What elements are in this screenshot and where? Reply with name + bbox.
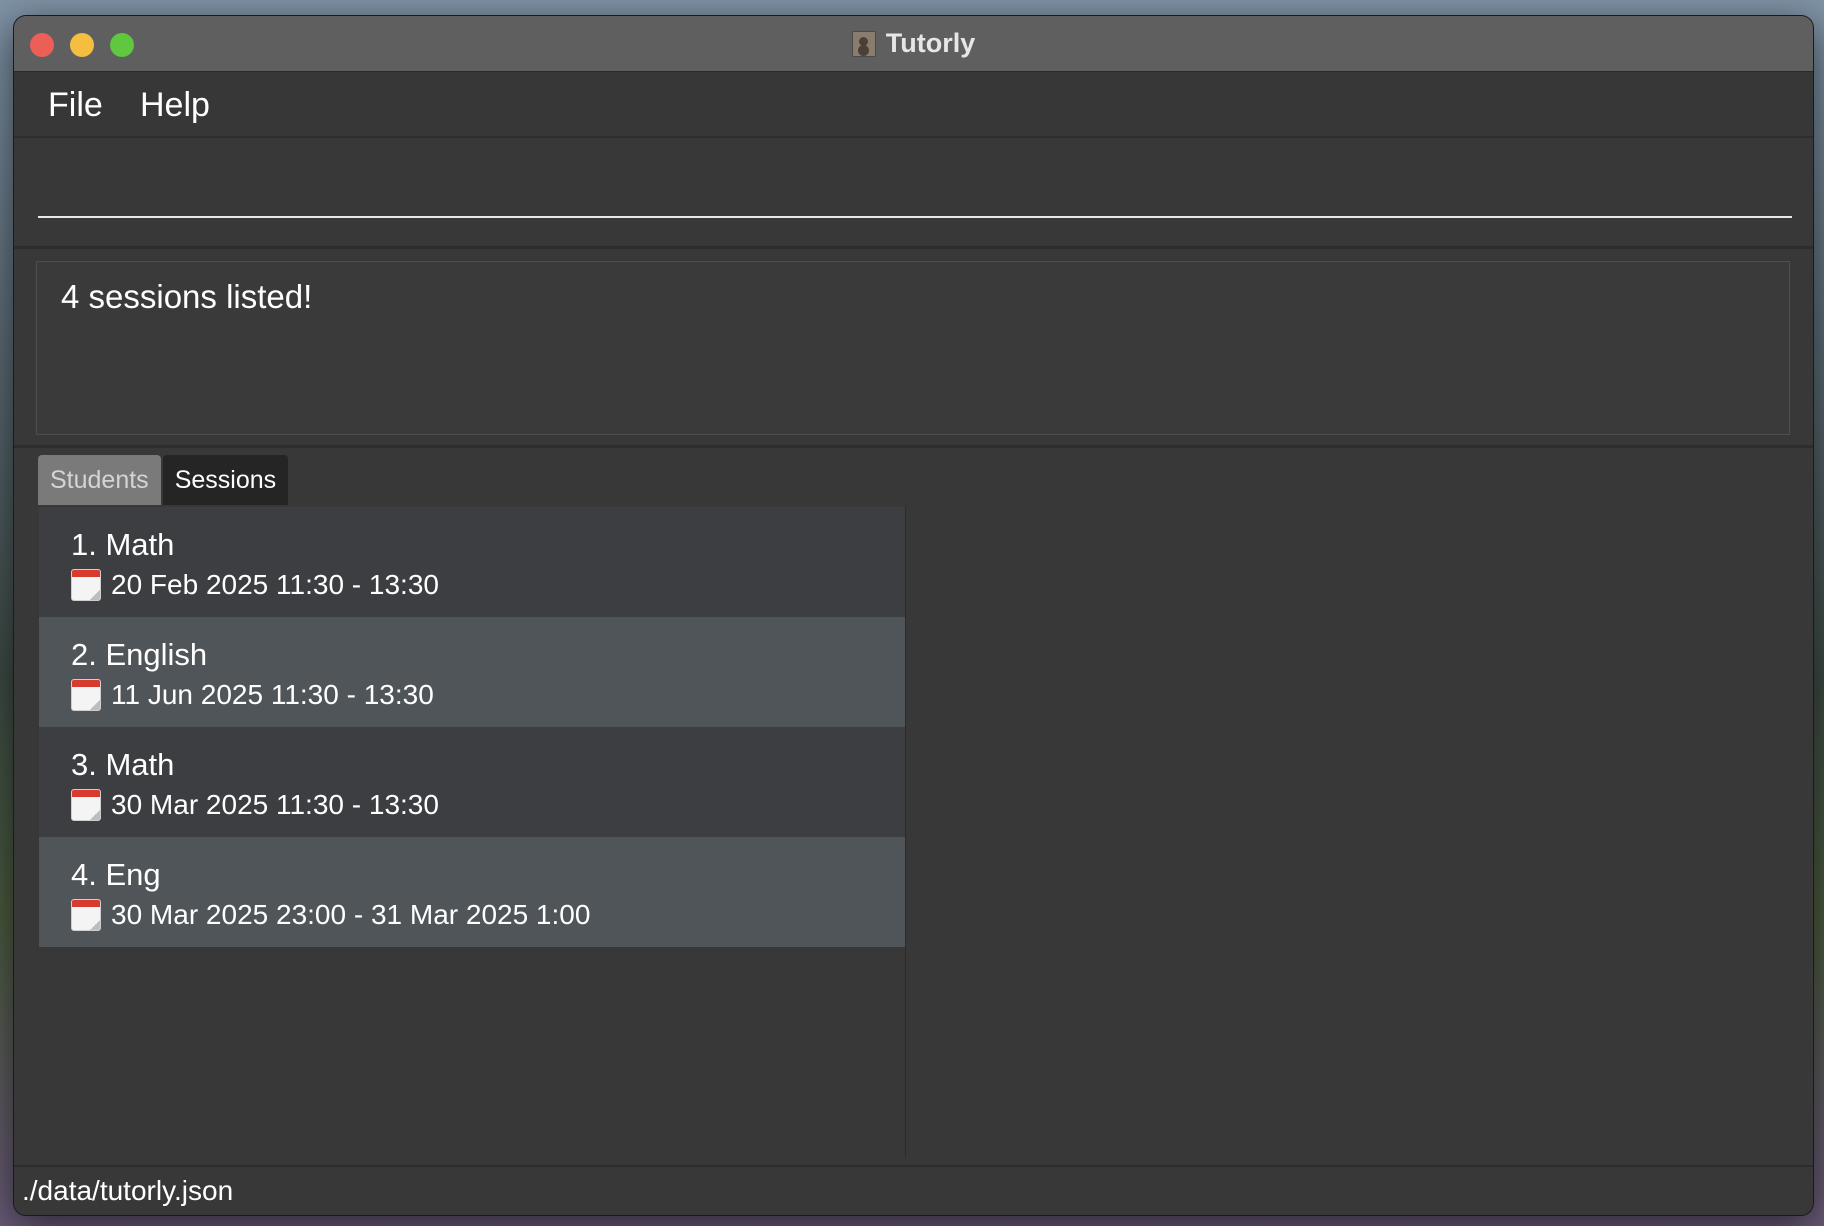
session-time-row: 11 Jun 2025 11:30 - 13:30 <box>71 679 434 711</box>
window-title-group: Tutorly <box>14 16 1813 71</box>
tab-sessions[interactable]: Sessions <box>162 455 289 505</box>
session-title: 3. Math <box>71 747 175 782</box>
list-item[interactable]: 1. Math 20 Feb 2025 11:30 - 13:30 <box>39 507 905 617</box>
list-item[interactable]: 2. English 11 Jun 2025 11:30 - 13:30 <box>39 617 905 727</box>
tab-students[interactable]: Students <box>38 455 161 505</box>
session-time-row: 30 Mar 2025 11:30 - 13:30 <box>71 789 439 821</box>
result-message: 4 sessions listed! <box>61 278 313 315</box>
app-icon <box>851 30 876 57</box>
session-title: 4. Eng <box>71 857 161 892</box>
calendar-icon <box>71 789 101 821</box>
calendar-icon <box>71 679 101 711</box>
session-time-row: 30 Mar 2025 23:00 - 31 Mar 2025 1:00 <box>71 899 590 931</box>
list-item[interactable]: 4. Eng 30 Mar 2025 23:00 - 31 Mar 2025 1… <box>39 837 905 947</box>
list-item[interactable]: 3. Math 30 Mar 2025 11:30 - 13:30 <box>39 727 905 837</box>
tab-bar: Students Sessions <box>38 455 289 505</box>
result-display-box[interactable]: 4 sessions listed! <box>36 261 1790 435</box>
command-input[interactable] <box>38 174 1792 218</box>
session-time-row: 20 Feb 2025 11:30 - 13:30 <box>71 569 439 601</box>
session-time: 11 Jun 2025 11:30 - 13:30 <box>111 679 434 710</box>
calendar-icon <box>71 569 101 601</box>
menu-file[interactable]: File <box>48 86 103 125</box>
menu-help[interactable]: Help <box>140 86 210 125</box>
session-title: 1. Math <box>71 527 175 562</box>
session-list[interactable]: 1. Math 20 Feb 2025 11:30 - 13:30 2. Eng… <box>39 507 906 1157</box>
menu-bar: File Help <box>14 72 1813 138</box>
session-title: 2. English <box>71 637 208 672</box>
status-bar: ./data/tutorly.json <box>14 1165 1813 1215</box>
result-display-area: 4 sessions listed! <box>14 249 1813 448</box>
title-bar[interactable]: Tutorly <box>14 16 1813 72</box>
command-box-area <box>14 138 1813 249</box>
app-window: Tutorly File Help 4 sessions listed! Stu… <box>14 16 1813 1215</box>
window-title: Tutorly <box>885 28 976 58</box>
session-time: 30 Mar 2025 23:00 - 31 Mar 2025 1:00 <box>111 899 591 930</box>
calendar-icon <box>71 899 101 931</box>
session-time: 20 Feb 2025 11:30 - 13:30 <box>111 569 439 600</box>
data-file-path: ./data/tutorly.json <box>22 1175 234 1206</box>
session-time: 30 Mar 2025 11:30 - 13:30 <box>111 789 439 820</box>
